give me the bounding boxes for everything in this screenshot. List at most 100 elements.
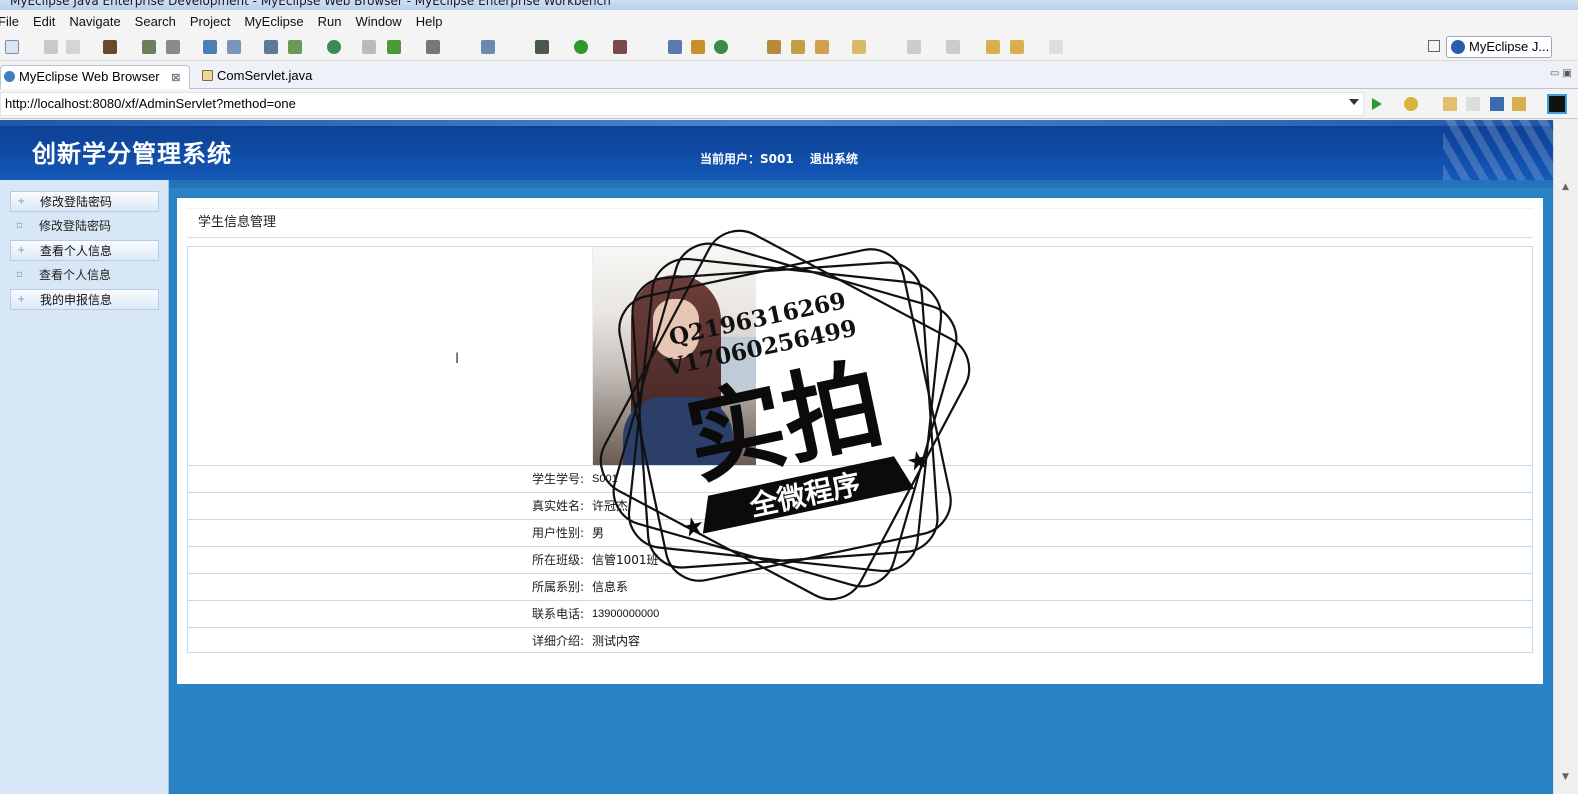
- globe-icon: [4, 71, 15, 82]
- field-label: 学生学号:: [531, 472, 584, 486]
- browser-icon[interactable]: [327, 40, 341, 54]
- site-title: 创新学分管理系统: [32, 140, 232, 168]
- menu-project[interactable]: Project: [190, 14, 230, 29]
- expand-icon: +: [17, 294, 26, 305]
- menu-help[interactable]: Help: [416, 14, 443, 29]
- print-icon[interactable]: [66, 40, 80, 54]
- deploy-icon[interactable]: [203, 40, 217, 54]
- bullet-icon: ▫: [16, 269, 23, 280]
- tab-comservlet[interactable]: ComServlet.java: [199, 65, 339, 89]
- sidebar-item-label: 查看个人信息: [39, 268, 112, 282]
- run-icon[interactable]: [574, 40, 588, 54]
- photo-background: [716, 337, 756, 397]
- stop-icon[interactable]: [1490, 97, 1504, 111]
- sidebar-item-view-info[interactable]: ▫ 查看个人信息: [10, 265, 159, 286]
- close-tab-icon[interactable]: ⊠: [171, 72, 180, 84]
- menu-run[interactable]: Run: [318, 14, 342, 29]
- debug-icon[interactable]: [142, 40, 156, 54]
- header-stripe: [0, 120, 1553, 126]
- new-class-icon[interactable]: [668, 40, 682, 54]
- minimize-maximize-icon[interactable]: ▭ ▣: [1550, 68, 1572, 79]
- browser-forward-icon[interactable]: [1466, 97, 1480, 111]
- add-icon[interactable]: [387, 40, 401, 54]
- menu-navigate[interactable]: Navigate: [69, 14, 120, 29]
- back-icon[interactable]: [1010, 40, 1024, 54]
- main-toolbar: [0, 33, 1578, 61]
- screen-icon[interactable]: [1547, 94, 1567, 114]
- tools-icon[interactable]: [481, 40, 495, 54]
- refresh-icon[interactable]: [714, 40, 728, 54]
- cut-icon[interactable]: [362, 40, 376, 54]
- servers-icon[interactable]: [264, 40, 278, 54]
- expand-icon: +: [17, 245, 26, 256]
- bullet-icon: ▫: [16, 220, 23, 231]
- logout-link[interactable]: 退出系统: [810, 150, 858, 167]
- search-files-icon[interactable]: [815, 40, 829, 54]
- server-icon[interactable]: [166, 40, 180, 54]
- annotation-prev-icon[interactable]: [946, 40, 960, 54]
- open-type-icon[interactable]: [767, 40, 781, 54]
- new-icon[interactable]: [5, 40, 19, 54]
- sidebar-item-change-password-group[interactable]: + 修改登陆密码: [10, 191, 159, 212]
- site-header: 创新学分管理系统 当前用户：S001 退出系统: [0, 120, 1553, 180]
- redeploy-icon[interactable]: [227, 40, 241, 54]
- photo-row: [188, 247, 1532, 466]
- table-row: 真实姓名: 许冠杰: [188, 493, 1532, 520]
- external-tools-icon[interactable]: [613, 40, 627, 54]
- debug-run-icon[interactable]: [535, 40, 549, 54]
- sidebar-item-label: 修改登陆密码: [39, 219, 112, 233]
- perspective-button[interactable]: MyEclipse J...: [1446, 36, 1552, 58]
- last-edit-icon[interactable]: [986, 40, 1000, 54]
- browser-back-icon[interactable]: [1443, 97, 1457, 111]
- open-perspective-icon[interactable]: [1428, 40, 1440, 52]
- tab-comservlet-label: ComServlet.java: [217, 68, 313, 83]
- java-file-icon: [202, 70, 213, 81]
- table-row: 详细介绍: 测试内容: [188, 628, 1532, 655]
- table-row: 用户性别: 男: [188, 520, 1532, 547]
- student-info-table: 学生学号: S001 真实姓名: 许冠杰 用户性别: 男 所在班级: 信管100…: [187, 246, 1533, 653]
- scroll-up-icon[interactable]: ▲: [1562, 182, 1569, 192]
- table-row: 学生学号: S001: [188, 466, 1532, 493]
- field-value: S001: [592, 473, 618, 485]
- field-value: 测试内容: [592, 634, 641, 648]
- url-input[interactable]: http://localhost:8080/xf/AdminServlet?me…: [0, 92, 1364, 116]
- go-icon[interactable]: [1372, 98, 1382, 110]
- header-decoration: [1443, 120, 1553, 180]
- tab-web-browser[interactable]: MyEclipse Web Browser ⊠: [0, 65, 190, 89]
- menu-search[interactable]: Search: [135, 14, 176, 29]
- run-server-icon[interactable]: [288, 40, 302, 54]
- package-explorer-icon[interactable]: [691, 40, 705, 54]
- folder-icon[interactable]: [852, 40, 866, 54]
- url-dropdown-icon[interactable]: [1349, 99, 1359, 105]
- editor-tab-bar: MyEclipse Web Browser ⊠ ComServlet.java: [0, 62, 1578, 89]
- web-page: 创新学分管理系统 当前用户：S001 退出系统 + 修改登陆密码 ▫ 修改登陆密…: [0, 120, 1553, 794]
- annotation-next-icon[interactable]: [907, 40, 921, 54]
- current-user: 当前用户：S001: [700, 152, 794, 166]
- site-sidebar: + 修改登陆密码 ▫ 修改登陆密码 + 查看个人信息 ▫ 查看个人信息 + 我的…: [0, 180, 169, 794]
- scroll-down-icon[interactable]: ▼: [1562, 772, 1569, 782]
- vertical-scrollbar[interactable]: ▲ ▼: [1553, 120, 1578, 794]
- perspective-label: MyEclipse J...: [1469, 39, 1550, 54]
- open-task-icon[interactable]: [791, 40, 805, 54]
- field-value: 信管1001班: [592, 553, 659, 567]
- menu-file[interactable]: File: [0, 14, 19, 29]
- menu-bar: File Edit Navigate Search Project MyEcli…: [0, 10, 1578, 33]
- field-label: 联系电话:: [531, 607, 584, 621]
- window-titlebar: MyEclipse Java Enterprise Development - …: [0, 0, 1578, 10]
- menu-edit[interactable]: Edit: [33, 14, 55, 29]
- package-icon[interactable]: [103, 40, 117, 54]
- sidebar-item-my-applications[interactable]: + 我的申报信息: [10, 289, 159, 310]
- reload-icon[interactable]: [1512, 97, 1526, 111]
- favorites-icon[interactable]: [1404, 97, 1418, 111]
- menu-window[interactable]: Window: [355, 14, 401, 29]
- text-cursor-icon: I: [455, 351, 460, 367]
- field-label: 真实姓名:: [531, 499, 584, 513]
- sidebar-item-change-password[interactable]: ▫ 修改登陆密码: [10, 216, 159, 237]
- save-icon[interactable]: [44, 40, 58, 54]
- field-label: 详细介绍:: [531, 634, 584, 648]
- sidebar-item-view-info-group[interactable]: + 查看个人信息: [10, 240, 159, 261]
- table-row: 所属系别: 信息系: [188, 574, 1532, 601]
- forward-icon[interactable]: [1049, 40, 1063, 54]
- camera-icon[interactable]: [426, 40, 440, 54]
- menu-myeclipse[interactable]: MyEclipse: [244, 14, 303, 29]
